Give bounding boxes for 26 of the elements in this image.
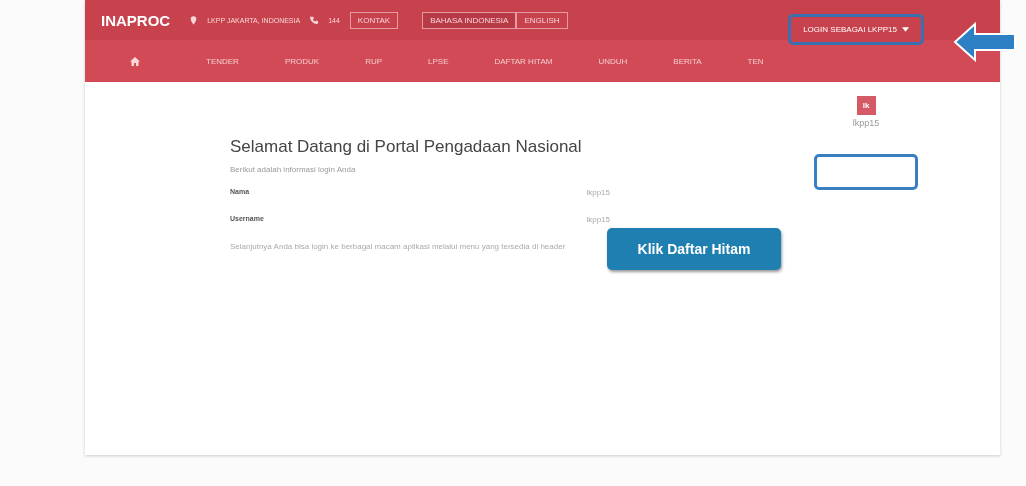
language-button[interactable]: ENGLISH	[516, 11, 568, 29]
caret-icon	[902, 26, 909, 32]
logo[interactable]: INAPROC	[101, 11, 171, 29]
nav-link[interactable]: TEN	[747, 56, 764, 66]
avatar: lk	[856, 96, 876, 115]
username: lkpp15	[852, 118, 880, 128]
nav-link[interactable]: DAFTAR HITAM	[494, 56, 553, 66]
welcome-title: Selamat Datang di Portal Pengadaan Nasional	[230, 137, 583, 157]
subtitle: Berikut adalah informasi login Anda	[230, 165, 357, 174]
phone-icon	[310, 16, 319, 24]
nav-link[interactable]: BERITA	[673, 56, 702, 66]
pointing-arrow-icon	[953, 22, 1017, 62]
info-note: Selanjutnya Anda bisa login ke berbagai macam aplikasi melalui menu yang tersedia di header	[230, 242, 567, 251]
field-value: lkpp15	[586, 188, 610, 197]
nav-link[interactable]: RUP	[365, 56, 382, 66]
field-value: lkpp15	[586, 215, 610, 224]
nav-link[interactable]: UNDUH	[598, 56, 628, 66]
nav-link[interactable]: PRODUK	[284, 56, 320, 66]
language-button[interactable]: BAHASA INDONESIA	[422, 11, 517, 29]
callout-bubble: Klik Daftar Hitam	[607, 228, 781, 270]
nav-link[interactable]: TENDER	[206, 56, 239, 66]
login-dropdown-button[interactable]: LOGIN SEBAGAI LKPP15	[788, 13, 924, 45]
nav-link[interactable]: LPSE	[428, 56, 449, 66]
location-pin-icon	[190, 15, 198, 25]
contact-button[interactable]: KONTAK	[349, 11, 399, 29]
home-icon[interactable]	[130, 56, 140, 66]
